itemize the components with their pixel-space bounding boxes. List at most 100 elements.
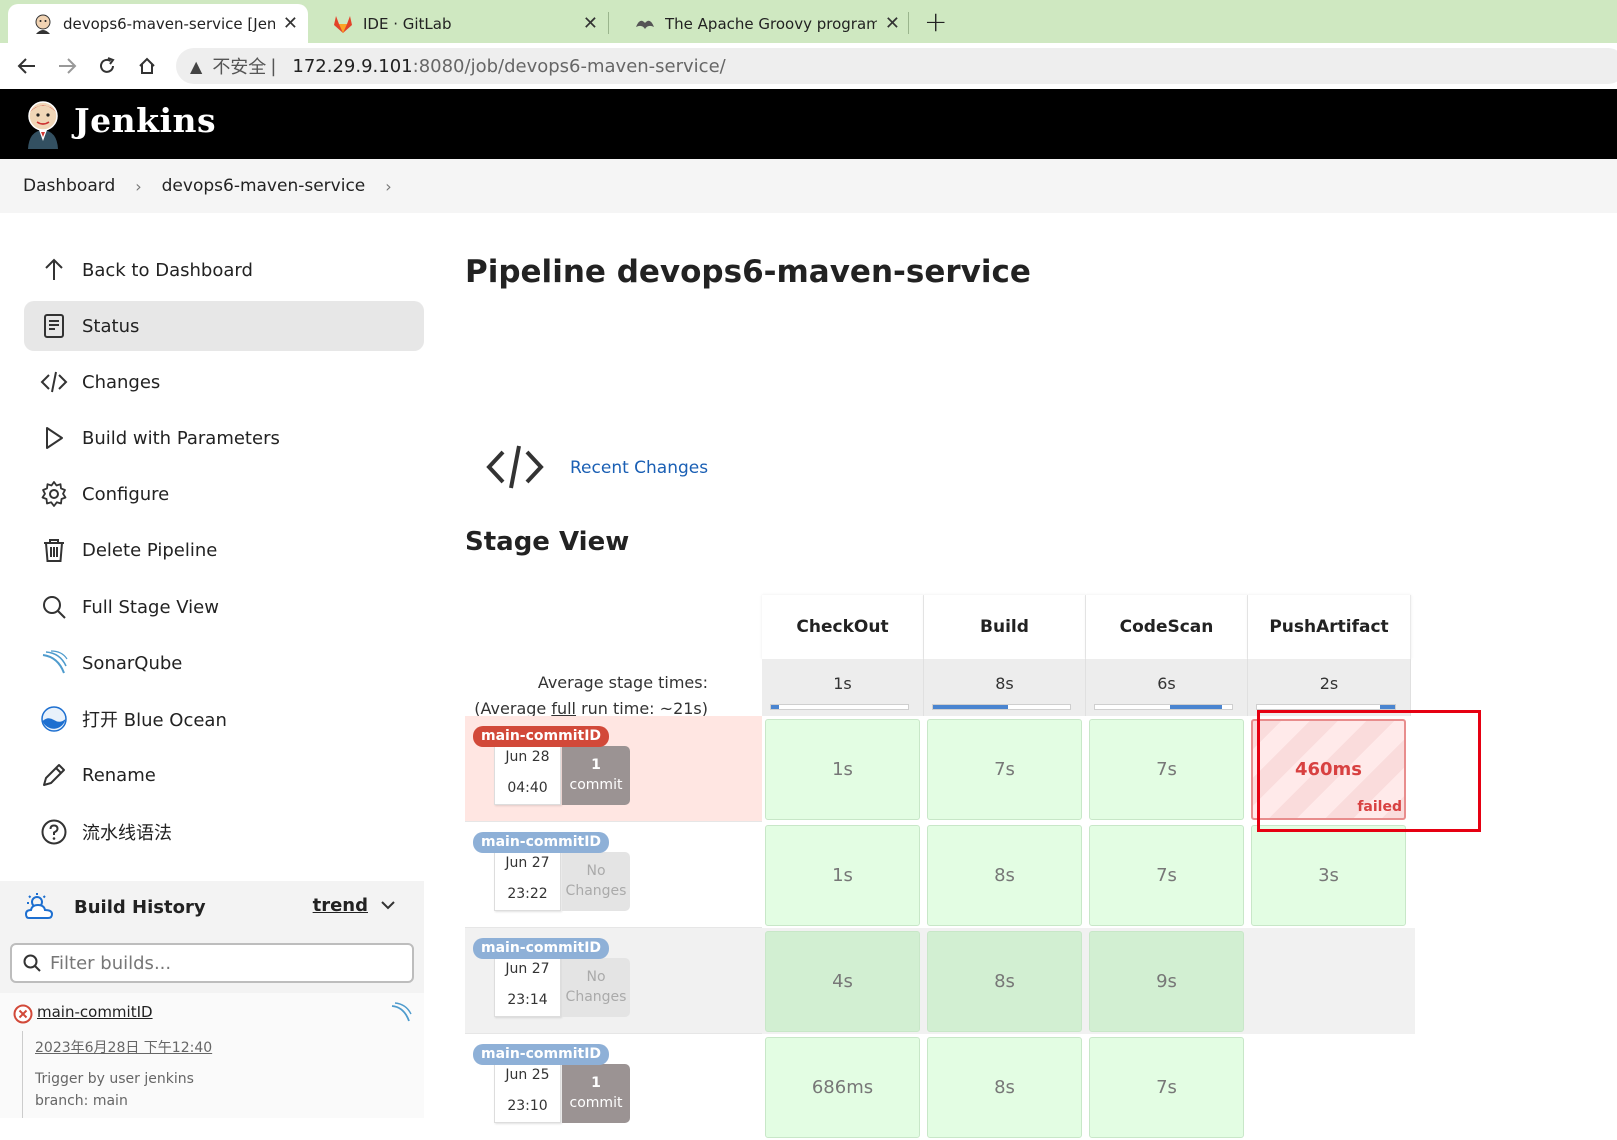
avg-time: 2s: [1319, 674, 1339, 693]
stage-time: 8s: [994, 865, 1015, 886]
stage-cell[interactable]: 7s: [1089, 719, 1244, 820]
browser-tab-gitlab[interactable]: IDE · GitLab ✕: [308, 4, 608, 43]
stage-header-pushartifact: PushArtifact: [1248, 595, 1411, 659]
stage-cell[interactable]: 7s: [1089, 1037, 1244, 1138]
reload-icon[interactable]: [92, 51, 122, 81]
run-changes[interactable]: 1 commit: [562, 746, 630, 805]
stage-cell[interactable]: 3s: [1251, 825, 1406, 926]
sidebar-item-label: SonarQube: [82, 652, 183, 674]
gear-icon: [41, 481, 67, 507]
browser-tab-groovy[interactable]: The Apache Groovy programming language ✕: [610, 4, 910, 43]
sidebar-item-configure[interactable]: Configure: [24, 469, 424, 519]
sidebar-item-delete-pipeline[interactable]: Delete Pipeline: [24, 525, 424, 575]
blue-ocean-icon: [41, 706, 67, 732]
build-date-link[interactable]: 2023年6月28日 下午12:40: [35, 1037, 212, 1057]
sidebar-item-full-stage-view[interactable]: Full Stage View: [24, 582, 424, 632]
sidebar-item-label: Back to Dashboard: [82, 259, 253, 281]
sonarqube-icon: [42, 650, 68, 674]
stage-cell[interactable]: 686ms: [765, 1037, 920, 1138]
filter-builds-input[interactable]: [50, 952, 390, 974]
stage-time: 3s: [1318, 865, 1339, 886]
search-icon: [43, 596, 66, 619]
changes-label: Changes: [565, 989, 627, 1005]
stage-cell[interactable]: 9s: [1089, 931, 1244, 1032]
tab-separator: [608, 12, 609, 34]
stage-time: 7s: [994, 759, 1015, 780]
breadcrumb: Dashboard › devops6-maven-service ›: [0, 159, 1617, 213]
stage-cell[interactable]: 8s: [927, 825, 1082, 926]
avg-progress-fill: [1379, 705, 1395, 709]
browser-tab-jenkins[interactable]: devops6-maven-service [Jenkins] ✕: [8, 4, 308, 43]
avg-progress-fill: [771, 705, 780, 709]
jenkins-logo-icon[interactable]: [23, 99, 63, 149]
back-arrow-icon[interactable]: [12, 51, 42, 81]
stage-cell[interactable]: 8s: [927, 1037, 1082, 1138]
warning-triangle-icon: ▲: [190, 56, 203, 76]
stage-cell[interactable]: 8s: [927, 931, 1082, 1032]
average-stage-times-label: Average stage times: (Average full run t…: [474, 670, 708, 722]
sidebar-item-changes[interactable]: Changes: [24, 357, 424, 407]
stage-time: 1s: [832, 865, 853, 886]
close-icon[interactable]: ✕: [885, 13, 900, 34]
breadcrumb-job[interactable]: devops6-maven-service: [162, 176, 366, 196]
run-date: Jun 27 23:22: [494, 847, 561, 911]
changes-count: 1: [591, 1075, 601, 1091]
avg-progress-fill: [933, 705, 1009, 709]
run-date-day: Jun 25: [505, 1067, 550, 1083]
timeline-line: [22, 1031, 23, 1118]
sonarqube-icon[interactable]: [390, 1001, 412, 1023]
sidebar-item-label: Changes: [82, 371, 161, 393]
url-host: 172.29.9.101: [292, 55, 413, 77]
run-badge[interactable]: main-commitID: [473, 832, 610, 853]
forward-arrow-icon[interactable]: [52, 51, 82, 81]
code-icon: [40, 371, 68, 393]
sidebar-item-back-to-dashboard[interactable]: Back to Dashboard: [24, 245, 424, 295]
sidebar-item-status[interactable]: Status: [24, 301, 424, 351]
breadcrumb-dashboard[interactable]: Dashboard: [23, 176, 115, 196]
document-icon: [44, 314, 64, 338]
browser-tab-bar: devops6-maven-service [Jenkins] ✕ IDE · …: [0, 0, 1617, 43]
run-badge[interactable]: main-commitID: [473, 938, 610, 959]
trend-link[interactable]: trend: [313, 895, 368, 916]
stage-cell[interactable]: 7s: [1089, 825, 1244, 926]
sidebar-item-pipeline-syntax[interactable]: 流水线语法: [24, 807, 424, 857]
run-badge[interactable]: main-commitID: [473, 726, 610, 747]
stage-cell[interactable]: 7s: [927, 719, 1082, 820]
stage-cell[interactable]: 4s: [765, 931, 920, 1032]
run-row: main-commitID Jun 27 23:22 No Changes 1s…: [465, 822, 1415, 928]
stage-cell[interactable]: 1s: [765, 825, 920, 926]
stage-view-title: Stage View: [465, 527, 630, 557]
run-row: main-commitID Jun 25 23:10 1 commit 686m…: [465, 1034, 1415, 1140]
sidebar-item-build-with-parameters[interactable]: Build with Parameters: [24, 413, 424, 463]
avg-progress-fill: [1170, 705, 1223, 709]
url-path: :8080/job/devops6-maven-service/: [412, 55, 726, 77]
sidebar-item-rename[interactable]: Rename: [24, 750, 424, 800]
tab-title: IDE · GitLab: [363, 14, 452, 33]
stage-time: 1s: [832, 759, 853, 780]
run-changes[interactable]: 1 commit: [562, 1064, 630, 1123]
run-date: Jun 25 23:10: [494, 1059, 561, 1123]
stage-cell-empty: [1251, 931, 1406, 1032]
build-name-link[interactable]: main-commitID: [37, 1003, 153, 1021]
tab-title: devops6-maven-service [Jenkins]: [63, 14, 275, 33]
address-bar: ▲ 不安全 | 172.29.9.101 :8080/job/devops6-m…: [0, 43, 1617, 89]
sidebar-item-blue-ocean[interactable]: 打开 Blue Ocean: [24, 694, 424, 744]
url-field[interactable]: ▲ 不安全 | 172.29.9.101 :8080/job/devops6-m…: [176, 48, 1617, 84]
jenkins-brand[interactable]: Jenkins: [74, 101, 216, 140]
chevron-down-icon[interactable]: [380, 897, 396, 913]
close-icon[interactable]: ✕: [583, 13, 598, 34]
sidebar-item-sonarqube[interactable]: SonarQube: [24, 638, 424, 688]
jenkins-header: Jenkins: [0, 89, 1617, 159]
recent-changes-link[interactable]: Recent Changes: [570, 458, 708, 478]
run-changes: No Changes: [562, 958, 630, 1017]
stage-cell[interactable]: 1s: [765, 719, 920, 820]
run-badge[interactable]: main-commitID: [473, 1044, 610, 1065]
close-icon[interactable]: ✕: [283, 13, 298, 34]
home-icon[interactable]: [132, 51, 162, 81]
chevron-right-icon[interactable]: ›: [385, 177, 391, 196]
run-date-day: Jun 27: [505, 855, 550, 871]
sidebar-item-label: Status: [82, 315, 140, 337]
stage-time: 8s: [994, 971, 1015, 992]
sidebar-item-label: Delete Pipeline: [82, 539, 218, 561]
new-tab-plus-icon[interactable]: +: [924, 5, 947, 38]
